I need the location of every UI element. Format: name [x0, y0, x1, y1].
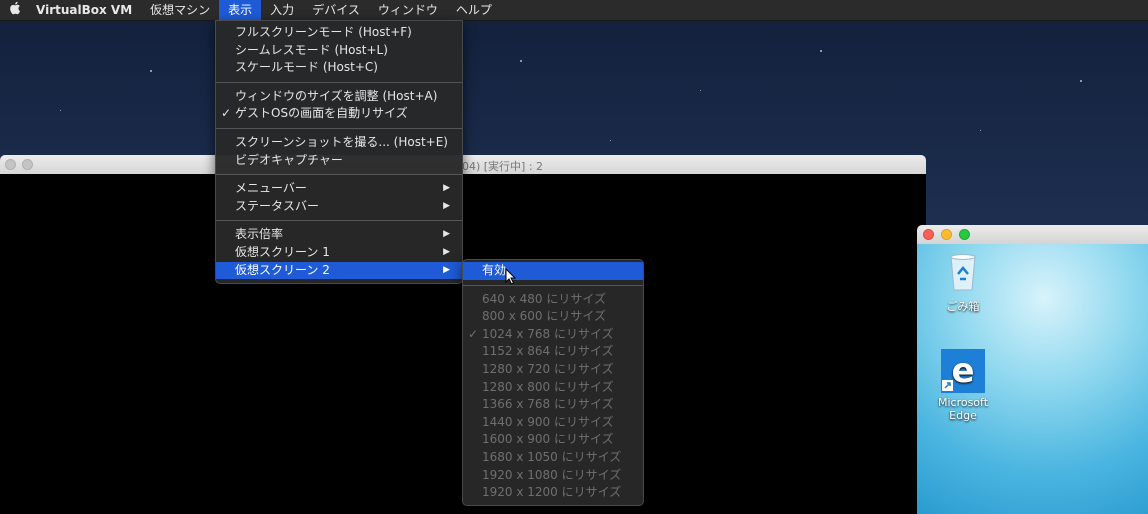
guest-screen-window: ごみ箱 e Microsoft Edge — [917, 225, 1148, 514]
menu-help[interactable]: ヘルプ — [447, 0, 501, 20]
submenu-item-resize: 800 x 600 にリサイズ — [482, 309, 606, 324]
submenu-item-enable[interactable]: 有効 — [463, 262, 643, 280]
submenu-item-resize: 1280 x 720 にリサイズ — [482, 361, 614, 376]
guest-desktop: ごみ箱 e Microsoft Edge — [917, 244, 1148, 514]
submenu-arrow-icon: ▶ — [443, 229, 450, 240]
menu-item-video-capture[interactable]: ビデオキャプチャー — [216, 152, 462, 170]
close-button[interactable] — [5, 159, 16, 170]
menu-item-adjust-window[interactable]: ウィンドウのサイズを調整 (Host+A) — [216, 88, 462, 106]
submenu-arrow-icon: ▶ — [443, 200, 450, 211]
svg-text:e: e — [951, 351, 974, 391]
mouse-cursor-icon — [505, 267, 517, 289]
menu-separator — [216, 174, 462, 176]
minimize-button[interactable] — [22, 159, 33, 170]
apple-icon[interactable] — [0, 1, 30, 19]
menu-item-menubar[interactable]: メニューバー ▶ — [216, 180, 462, 198]
desktop-icon-label: Microsoft Edge — [937, 396, 989, 422]
menu-separator — [216, 127, 462, 129]
close-button[interactable] — [923, 229, 934, 240]
menu-item-virtual-screen-1[interactable]: 仮想スクリーン 1 ▶ — [216, 244, 462, 262]
desktop-icon-recycle-bin[interactable]: ごみ箱 — [923, 252, 1003, 314]
submenu-item-resize: 1152 x 864 にリサイズ — [482, 344, 614, 359]
menu-input[interactable]: 入力 — [261, 0, 303, 20]
submenu-arrow-icon: ▶ — [443, 246, 450, 257]
menu-item-scale-factor[interactable]: 表示倍率 ▶ — [216, 226, 462, 244]
edge-icon: e — [941, 349, 985, 393]
guest-window-titlebar[interactable] — [917, 225, 1148, 244]
menu-separator — [463, 284, 643, 286]
desktop-icon-label: ごみ箱 — [946, 300, 980, 313]
submenu-item-resize: 1920 x 1200 にリサイズ — [482, 485, 622, 500]
submenu-item-resize: 1366 x 768 にリサイズ — [482, 397, 614, 412]
virtual-screen-2-submenu: 有効 640 x 480 にリサイズ 800 x 600 にリサイズ ✓ 1024… — [462, 259, 644, 506]
checkmark-icon: ✓ — [221, 106, 232, 121]
submenu-item-resize: 1920 x 1080 にリサイズ — [482, 467, 622, 482]
menu-item-auto-resize[interactable]: ✓ ゲストOSの画面を自動リサイズ — [216, 105, 462, 123]
vm-window-title: -04) [実行中] : 2 — [458, 160, 544, 173]
menu-app-name[interactable]: VirtualBox VM — [30, 0, 141, 20]
menu-item-scale[interactable]: スケールモード (Host+C) — [216, 59, 462, 77]
menu-window[interactable]: ウィンドウ — [369, 0, 447, 20]
menu-item-screenshot[interactable]: スクリーンショットを撮る... (Host+E) — [216, 134, 462, 152]
submenu-arrow-icon: ▶ — [443, 264, 450, 275]
submenu-item-resize: 1440 x 900 にリサイズ — [482, 414, 614, 429]
minimize-button[interactable] — [941, 229, 952, 240]
submenu-item-resize: 1680 x 1050 にリサイズ — [482, 449, 622, 464]
checkmark-icon: ✓ — [468, 326, 479, 341]
menu-machine[interactable]: 仮想マシン — [141, 0, 219, 20]
menu-separator — [216, 81, 462, 83]
vm-window-titlebar[interactable]: -04) [実行中] : 2 — [0, 155, 926, 174]
submenu-arrow-icon: ▶ — [443, 183, 450, 194]
submenu-item-resize: 1280 x 800 にリサイズ — [482, 379, 614, 394]
menu-item-virtual-screen-2[interactable]: 仮想スクリーン 2 ▶ — [216, 261, 462, 280]
recycle-bin-icon — [923, 252, 1003, 295]
submenu-item-resize: 640 x 480 にリサイズ — [482, 291, 606, 306]
submenu-item-resize: ✓ 1024 x 768 にリサイズ — [463, 326, 643, 344]
desktop-icon-edge[interactable]: e Microsoft Edge — [923, 349, 1003, 422]
menu-item-fullscreen[interactable]: フルスクリーンモード (Host+F) — [216, 24, 462, 42]
zoom-button[interactable] — [959, 229, 970, 240]
menu-bar: VirtualBox VM 仮想マシン 表示 入力 デバイス ウィンドウ ヘルプ — [0, 0, 1148, 21]
menu-devices[interactable]: デバイス — [303, 0, 369, 20]
submenu-item-resize: 1600 x 900 にリサイズ — [482, 432, 614, 447]
menu-item-statusbar[interactable]: ステータスバー ▶ — [216, 198, 462, 216]
menu-view[interactable]: 表示 — [219, 0, 262, 20]
view-menu: フルスクリーンモード (Host+F) シームレスモード (Host+L) スケ… — [215, 20, 463, 285]
menu-separator — [216, 220, 462, 222]
menu-item-seamless[interactable]: シームレスモード (Host+L) — [216, 42, 462, 60]
